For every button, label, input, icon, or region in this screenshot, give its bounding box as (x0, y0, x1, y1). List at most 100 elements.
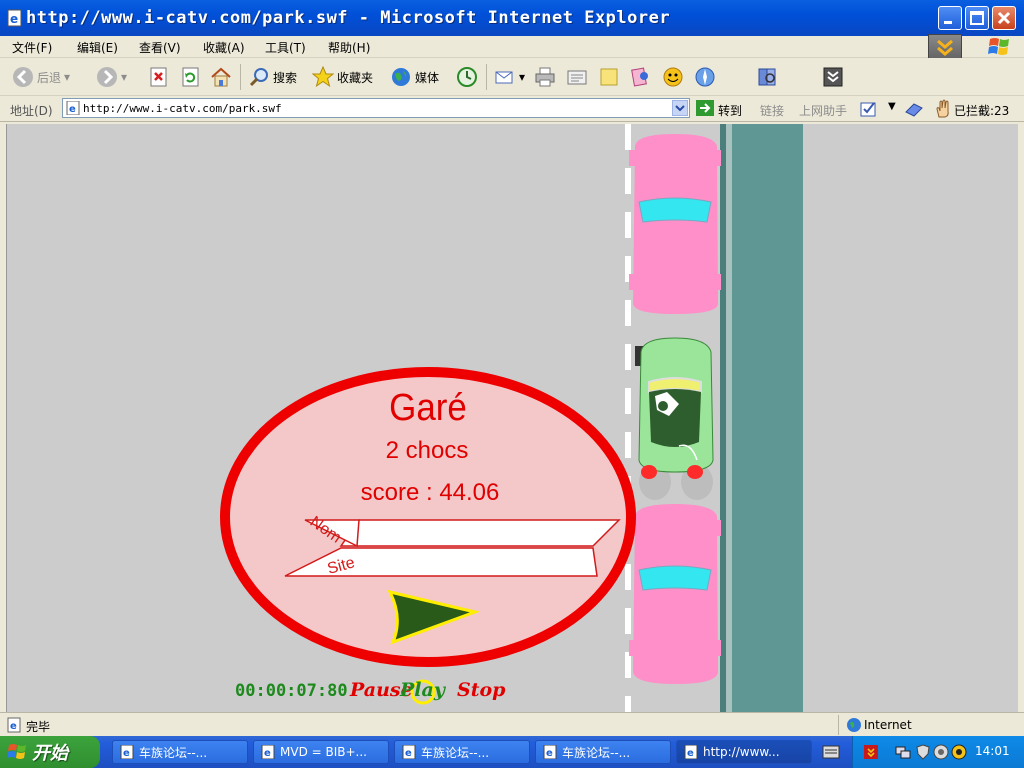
play-button[interactable]: Play (399, 679, 447, 701)
parking-game[interactable]: Garé 2 chocs score : 44.06 Nom Site 00:0… (7, 124, 1018, 712)
toolbar-chevron-button[interactable] (822, 64, 844, 90)
edit-page-icon (567, 70, 587, 85)
chevron-down-icon (675, 105, 685, 112)
search-icon (249, 68, 268, 87)
status-bar: e 完毕 Internet (0, 712, 1024, 736)
address-input[interactable] (83, 100, 663, 116)
keyboard-icon[interactable] (822, 745, 840, 759)
start-button[interactable]: 开始 (0, 736, 100, 768)
research-button[interactable] (756, 64, 778, 90)
search-button[interactable]: 搜索 (248, 64, 297, 90)
windows-logo-icon (8, 744, 26, 759)
forward-arrow-icon (97, 67, 117, 87)
popup-blocker-hand-icon[interactable] (934, 99, 952, 119)
discuss-button[interactable] (598, 64, 620, 90)
go-arrow-icon[interactable] (696, 100, 714, 116)
popup-blocked-count[interactable]: 已拦截:23 (954, 102, 1009, 119)
menu-help[interactable]: 帮助(H) (328, 39, 370, 56)
checkbox-icon[interactable] (860, 100, 878, 118)
clock[interactable]: 14:01 (975, 744, 1010, 758)
home-button[interactable] (210, 64, 232, 90)
taskbar-button-1[interactable]: e 车族论坛--... (112, 740, 248, 764)
stop-button[interactable]: Stop (457, 679, 506, 701)
media-label: 媒体 (415, 70, 440, 85)
svg-text:e: e (405, 748, 412, 759)
messenger-button[interactable] (630, 64, 652, 90)
back-button[interactable]: 后退 ▾ (12, 64, 70, 90)
mail-button[interactable]: ▾ (494, 64, 525, 90)
menu-favorites[interactable]: 收藏(A) (203, 39, 245, 56)
assistant-toolbar-label[interactable]: 上网助手 (799, 102, 847, 119)
shield-icon[interactable] (915, 744, 931, 760)
eraser-icon[interactable] (904, 100, 924, 118)
media-button[interactable]: 媒体 (390, 64, 439, 90)
taskbar-button-2[interactable]: e MVD = BIB+... (253, 740, 389, 764)
stop-button[interactable] (148, 64, 170, 90)
history-button[interactable] (456, 64, 478, 90)
maximize-button[interactable] (965, 6, 989, 30)
speaker-icon[interactable] (933, 744, 949, 760)
home-icon (211, 67, 231, 87)
globe-icon (392, 68, 410, 86)
status-text: 完毕 (26, 720, 51, 734)
parked-car-top (629, 134, 721, 314)
maximize-icon (970, 11, 984, 25)
window-title: http://www.i-catv.com/park.swf - Microso… (26, 8, 671, 28)
hits-count: 2 chocs (386, 437, 469, 464)
ie-page-icon: e (66, 101, 80, 115)
compass-button[interactable] (694, 64, 716, 90)
address-label: 地址(D) (10, 104, 53, 118)
ie-page-icon: e (684, 745, 698, 759)
go-button[interactable]: 转到 (718, 102, 742, 119)
double-chevron-icon (823, 67, 843, 87)
taskbar-button-label: 车族论坛--... (421, 745, 490, 760)
forward-button[interactable]: ▾ (96, 64, 127, 90)
system-tray: 14:01 (852, 736, 1024, 768)
close-button[interactable] (992, 6, 1016, 30)
svg-text:e: e (264, 748, 271, 759)
address-bar: 地址(D) e 转到 链接 上网助手 ▼ 已拦截:23 (0, 96, 1024, 122)
checkbox-dropdown-icon[interactable]: ▼ (888, 101, 896, 112)
network-icon[interactable] (895, 744, 911, 760)
status-separator (838, 715, 839, 735)
svg-text:e: e (10, 721, 17, 732)
menu-view[interactable]: 查看(V) (139, 39, 181, 56)
taskbar-button-4[interactable]: e 车族论坛--... (535, 740, 671, 764)
minimize-icon (944, 21, 952, 24)
compass-icon (695, 67, 715, 87)
ie-page-icon: e (402, 745, 416, 759)
windows-logo-icon (988, 38, 1009, 55)
ie-page-icon: e (7, 9, 22, 27)
globe-icon (847, 718, 861, 732)
title-bar[interactable]: e http://www.i-catv.com/park.swf - Micro… (0, 0, 1024, 36)
taskbar-button-5[interactable]: e http://www... (676, 740, 812, 764)
address-dropdown-button[interactable] (672, 100, 688, 116)
menu-file[interactable]: 文件(F) (12, 39, 52, 56)
start-label: 开始 (32, 743, 68, 764)
svg-text:e: e (10, 12, 18, 26)
result-badge: Garé 2 chocs score : 44.06 Nom Site (220, 367, 636, 667)
refresh-button[interactable] (180, 64, 202, 90)
edit-button[interactable] (566, 64, 588, 90)
menu-edit[interactable]: 编辑(E) (77, 39, 118, 56)
parked-car-bottom (629, 504, 721, 684)
forward-dropdown-icon: ▾ (121, 70, 128, 84)
address-field[interactable]: e (62, 98, 690, 118)
score-value: score : 44.06 (361, 479, 500, 506)
links-toolbar-label[interactable]: 链接 (760, 102, 784, 119)
taskbar-button-3[interactable]: e 车族论坛--... (394, 740, 530, 764)
printer-icon (535, 67, 555, 87)
menu-tools[interactable]: 工具(T) (265, 39, 306, 56)
minimize-button[interactable] (938, 6, 962, 30)
taskbar-button-label: MVD = BIB+... (280, 745, 367, 759)
stop-icon (150, 67, 167, 87)
flash-content-area[interactable]: Garé 2 chocs score : 44.06 Nom Site 00:0… (6, 124, 1018, 712)
favorites-button[interactable]: 收藏夹 (312, 64, 373, 90)
print-button[interactable] (534, 64, 556, 90)
ie-page-icon: e (120, 745, 134, 759)
qq-button[interactable] (662, 64, 684, 90)
media-player-icon[interactable] (951, 744, 967, 760)
name-input-field[interactable] (339, 519, 621, 547)
ie-page-icon: e (261, 745, 275, 759)
tray-download-icon[interactable] (863, 744, 879, 760)
